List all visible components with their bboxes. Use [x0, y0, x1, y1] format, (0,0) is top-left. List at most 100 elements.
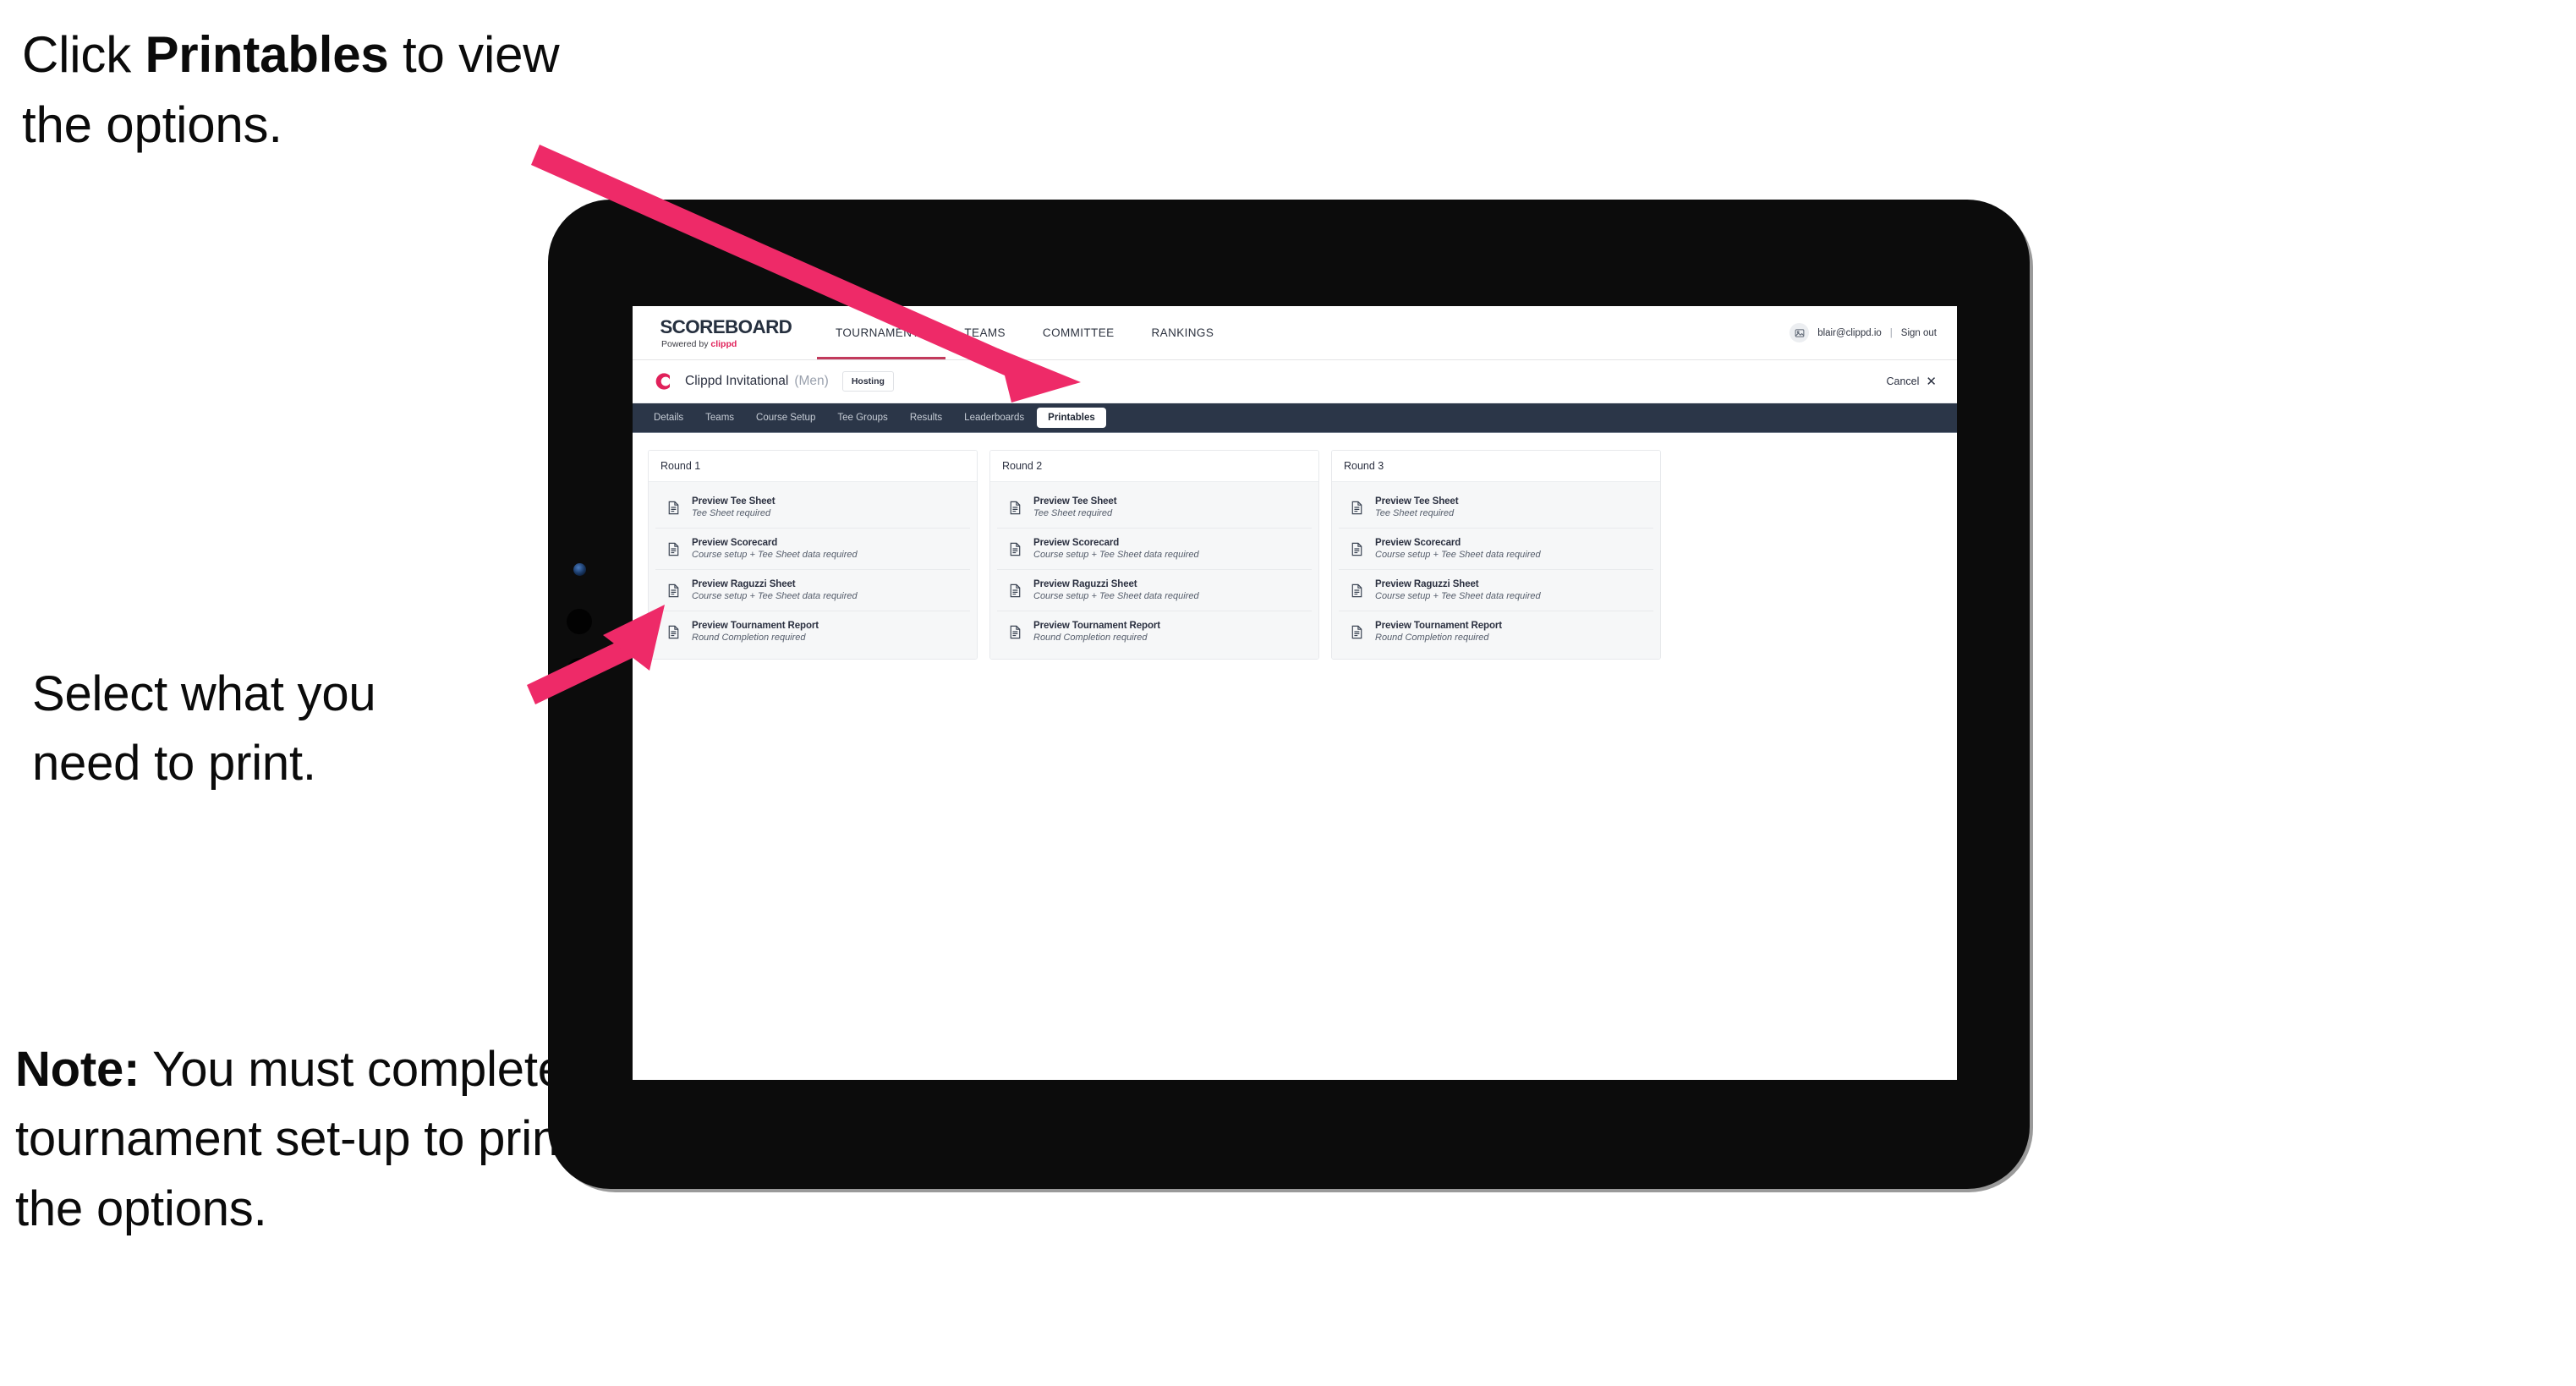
nav-item-rankings[interactable]: RANKINGS	[1133, 306, 1233, 359]
annotation-click-prefix: Click	[22, 26, 145, 83]
nav-item-tournaments[interactable]: TOURNAMENTS	[817, 306, 946, 359]
tab-tee-groups[interactable]: Tee Groups	[828, 408, 896, 427]
document-icon	[1349, 624, 1365, 640]
volume-up-button[interactable]	[567, 609, 592, 634]
account-area: blair@clippd.io | Sign out	[1789, 306, 1957, 359]
printable-requirement: Round Completion required	[1033, 633, 1148, 643]
printable-requirement: Course setup + Tee Sheet data required	[692, 550, 858, 560]
brand-name: SCOREBOARD	[660, 316, 792, 337]
printable-title: Preview Tournament Report	[692, 621, 819, 631]
printable-item-tee-sheet[interactable]: Preview Tee Sheet Tee Sheet required	[997, 487, 1312, 529]
printable-title: Preview Raguzzi Sheet	[1375, 579, 1479, 589]
printable-item-scorecard[interactable]: Preview Scorecard Course setup + Tee She…	[655, 529, 970, 570]
tab-details[interactable]: Details	[644, 408, 693, 427]
document-icon	[1007, 500, 1023, 516]
cancel-button[interactable]: Cancel ✕	[1887, 375, 1937, 388]
brand-powered-prefix: Powered by	[661, 339, 711, 349]
printable-item-raguzzi-sheet[interactable]: Preview Raguzzi Sheet Course setup + Tee…	[997, 570, 1312, 611]
tab-printables[interactable]: Printables	[1037, 408, 1106, 428]
app-screen: SCOREBOARD Powered by clippd TOURNAMENTS…	[633, 306, 1957, 1080]
tournament-gender: (Men)	[794, 374, 829, 388]
tab-leaderboards[interactable]: Leaderboards	[955, 408, 1033, 427]
printable-requirement: Tee Sheet required	[692, 508, 771, 518]
document-icon	[666, 624, 682, 640]
slide-canvas: Click Printables to view the options. Se…	[0, 0, 2576, 1386]
tournament-header-row: Clippd Invitational (Men) Hosting Cancel…	[633, 360, 1957, 403]
round-3-item-list: Preview Tee Sheet Tee Sheet required Pre…	[1332, 482, 1660, 659]
printables-panel: Round 1 Preview Tee Sheet Tee Sheet requ…	[633, 433, 1957, 660]
printable-title: Preview Tee Sheet	[692, 496, 776, 507]
printable-item-scorecard[interactable]: Preview Scorecard Course setup + Tee She…	[1339, 529, 1653, 570]
document-icon	[666, 583, 682, 599]
account-separator: |	[1889, 327, 1893, 338]
round-3-heading: Round 3	[1332, 451, 1660, 482]
document-icon	[666, 541, 682, 557]
nav-item-committee[interactable]: COMMITTEE	[1024, 306, 1133, 359]
printable-item-tournament-report[interactable]: Preview Tournament Report Round Completi…	[655, 611, 970, 652]
section-tab-bar: Details Teams Course Setup Tee Groups Re…	[633, 403, 1957, 433]
tab-results[interactable]: Results	[901, 408, 951, 427]
printable-requirement: Course setup + Tee Sheet data required	[1033, 591, 1199, 601]
printable-requirement: Tee Sheet required	[1375, 508, 1455, 518]
printable-title: Preview Scorecard	[1033, 538, 1120, 548]
sign-out-link[interactable]: Sign out	[1901, 328, 1937, 338]
annotation-note-bold: Note:	[15, 1042, 140, 1097]
document-icon	[1007, 583, 1023, 599]
printable-title: Preview Raguzzi Sheet	[692, 579, 796, 589]
printable-title: Preview Scorecard	[1375, 538, 1461, 548]
printable-title: Preview Scorecard	[692, 538, 778, 548]
tournament-name: Clippd Invitational	[685, 374, 789, 388]
printable-requirement: Tee Sheet required	[1033, 508, 1113, 518]
round-card-1: Round 1 Preview Tee Sheet Tee Sheet requ…	[648, 450, 978, 660]
printable-requirement: Course setup + Tee Sheet data required	[1375, 591, 1541, 601]
front-camera-icon	[573, 563, 586, 576]
printable-requirement: Course setup + Tee Sheet data required	[692, 591, 858, 601]
round-card-2: Round 2 Preview Tee Sheet Tee Sheet requ…	[989, 450, 1319, 660]
document-icon	[1007, 541, 1023, 557]
printable-title: Preview Raguzzi Sheet	[1033, 579, 1137, 589]
printable-item-raguzzi-sheet[interactable]: Preview Raguzzi Sheet Course setup + Tee…	[1339, 570, 1653, 611]
printable-title: Preview Tournament Report	[1375, 621, 1503, 631]
annotation-select-print: Select what you need to print.	[32, 660, 624, 799]
printable-item-tee-sheet[interactable]: Preview Tee Sheet Tee Sheet required	[1339, 487, 1653, 529]
clippd-logo-icon	[651, 370, 673, 392]
printable-item-tournament-report[interactable]: Preview Tournament Report Round Completi…	[997, 611, 1312, 652]
printable-title: Preview Tee Sheet	[1375, 496, 1459, 507]
avatar[interactable]	[1789, 323, 1810, 342]
tab-course-setup[interactable]: Course Setup	[747, 408, 825, 427]
printable-title: Preview Tournament Report	[1033, 621, 1161, 631]
document-icon	[666, 500, 682, 516]
annotation-click-bold: Printables	[145, 26, 389, 83]
round-1-heading: Round 1	[649, 451, 977, 482]
app-header: SCOREBOARD Powered by clippd TOURNAMENTS…	[633, 306, 1957, 360]
nav-item-teams[interactable]: TEAMS	[945, 306, 1024, 359]
close-icon: ✕	[1926, 374, 1937, 389]
annotation-select-line1: Select what you	[32, 666, 376, 721]
main-navigation: TOURNAMENTS TEAMS COMMITTEE RANKINGS	[817, 306, 1232, 359]
document-icon	[1349, 583, 1365, 599]
printable-requirement: Course setup + Tee Sheet data required	[1033, 550, 1199, 560]
annotation-click-printables: Click Printables to view the options.	[22, 20, 597, 161]
round-2-item-list: Preview Tee Sheet Tee Sheet required Pre…	[990, 482, 1318, 659]
cancel-label: Cancel	[1886, 375, 1920, 387]
document-icon	[1349, 500, 1365, 516]
printable-item-raguzzi-sheet[interactable]: Preview Raguzzi Sheet Course setup + Tee…	[655, 570, 970, 611]
printable-item-tee-sheet[interactable]: Preview Tee Sheet Tee Sheet required	[655, 487, 970, 529]
printable-item-scorecard[interactable]: Preview Scorecard Course setup + Tee She…	[997, 529, 1312, 570]
tab-teams[interactable]: Teams	[696, 408, 743, 427]
round-2-heading: Round 2	[990, 451, 1318, 482]
round-card-3: Round 3 Preview Tee Sheet Tee Sheet requ…	[1331, 450, 1661, 660]
brand-logo[interactable]: SCOREBOARD Powered by clippd	[633, 306, 803, 359]
printable-requirement: Course setup + Tee Sheet data required	[1375, 550, 1541, 560]
status-badge: Hosting	[841, 371, 894, 392]
printable-item-tournament-report[interactable]: Preview Tournament Report Round Completi…	[1339, 611, 1653, 652]
document-icon	[1349, 541, 1365, 557]
account-email: blair@clippd.io	[1817, 327, 1882, 338]
volume-down-button[interactable]	[567, 658, 592, 683]
annotation-select-line2: need to print.	[32, 736, 316, 792]
document-icon	[1007, 624, 1023, 640]
round-1-item-list: Preview Tee Sheet Tee Sheet required Pre…	[649, 482, 977, 659]
printable-requirement: Round Completion required	[692, 633, 806, 643]
brand-clippd-word: clippd	[710, 339, 737, 349]
printable-requirement: Round Completion required	[1375, 633, 1489, 643]
